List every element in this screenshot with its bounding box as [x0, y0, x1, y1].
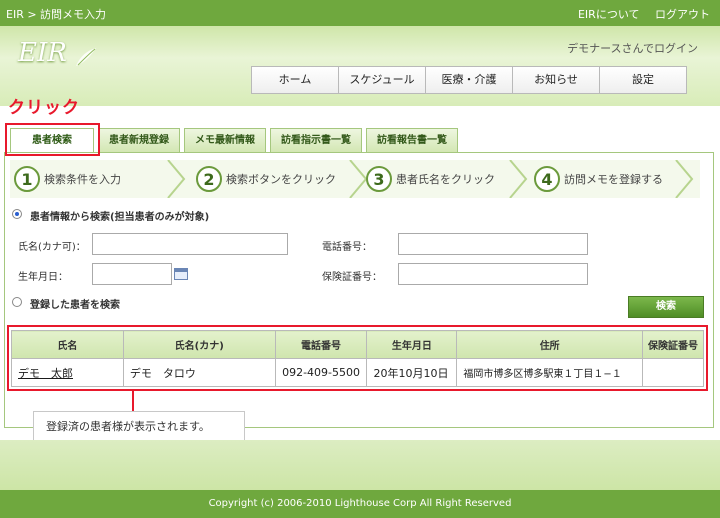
- phone-label: 電話番号：: [322, 242, 372, 253]
- logout-link[interactable]: ログアウト: [655, 8, 710, 21]
- header: EIR デモナースさんでログイン ホーム スケジュール 医療・介護 お知らせ 設…: [0, 26, 720, 106]
- table-highlight-box: [7, 325, 708, 391]
- birthdate-input[interactable]: [92, 263, 172, 285]
- callout-note: 登録済の患者様が表示されます。: [33, 411, 245, 443]
- top-bar: EIR > 訪問メモ入力 EIRについて ログアウト: [0, 0, 720, 26]
- tab-report-list[interactable]: 訪看報告書一覧: [366, 128, 458, 152]
- nav-schedule[interactable]: スケジュール: [338, 66, 426, 94]
- arrow-right-icon: [675, 160, 694, 198]
- footer: Copyright (c) 2006-2010 Lighthouse Corp …: [0, 490, 720, 518]
- tab-memo-latest[interactable]: メモ最新情報: [184, 128, 266, 152]
- nav-home[interactable]: ホーム: [251, 66, 339, 94]
- step-1: 1 検索条件を入力: [14, 160, 121, 198]
- name-label: 氏名(カナ可)：: [18, 242, 86, 253]
- footer-decoration: [0, 440, 720, 490]
- login-message: デモナースさんでログイン: [567, 42, 698, 55]
- step-label: 検索ボタンをクリック: [226, 173, 336, 186]
- step-number: 2: [196, 166, 222, 192]
- leaf-icon: [76, 48, 96, 66]
- click-annotation: クリック: [8, 98, 80, 118]
- name-input[interactable]: [92, 233, 288, 255]
- option-patient-info-label: 患者情報から検索(担当患者のみが対象): [30, 212, 210, 223]
- step-label: 訪問メモを登録する: [564, 173, 663, 186]
- step-4: 4 訪問メモを登録する: [534, 160, 663, 198]
- radio-patient-info[interactable]: [12, 209, 22, 219]
- logo[interactable]: EIR: [18, 38, 67, 68]
- breadcrumb: EIR > 訪問メモ入力: [6, 8, 107, 21]
- arrow-right-icon: [167, 160, 186, 198]
- phone-input[interactable]: [398, 233, 588, 255]
- birthdate-label: 生年月日：: [18, 272, 68, 283]
- top-links: EIRについて ログアウト: [566, 6, 710, 22]
- option-registered-label: 登録した患者を検索: [30, 300, 120, 311]
- callout-line: [132, 391, 134, 413]
- search-button[interactable]: 検索: [628, 296, 704, 318]
- insurance-label: 保険証番号：: [322, 272, 382, 283]
- tab-highlight-box: [5, 123, 100, 156]
- calendar-icon[interactable]: [174, 268, 188, 280]
- nav-medical-care[interactable]: 医療・介護: [425, 66, 513, 94]
- tab-new-patient[interactable]: 患者新規登録: [98, 128, 180, 152]
- about-link[interactable]: EIRについて: [578, 8, 640, 21]
- step-2: 2 検索ボタンをクリック: [196, 160, 336, 198]
- step-number: 1: [14, 166, 40, 192]
- step-number: 3: [366, 166, 392, 192]
- insurance-input[interactable]: [398, 263, 588, 285]
- step-3: 3 患者氏名をクリック: [366, 160, 495, 198]
- nav-notices[interactable]: お知らせ: [512, 66, 600, 94]
- nav-settings[interactable]: 設定: [599, 66, 687, 94]
- step-label: 患者氏名をクリック: [396, 173, 495, 186]
- radio-registered-patient[interactable]: [12, 297, 22, 307]
- main-nav: ホーム スケジュール 医療・介護 お知らせ 設定: [251, 66, 687, 94]
- step-guide: 1 検索条件を入力 2 検索ボタンをクリック 3 患者氏名をクリック 4 訪問メ…: [10, 160, 700, 198]
- step-label: 検索条件を入力: [44, 173, 121, 186]
- step-number: 4: [534, 166, 560, 192]
- tab-instruction-list[interactable]: 訪看指示書一覧: [270, 128, 362, 152]
